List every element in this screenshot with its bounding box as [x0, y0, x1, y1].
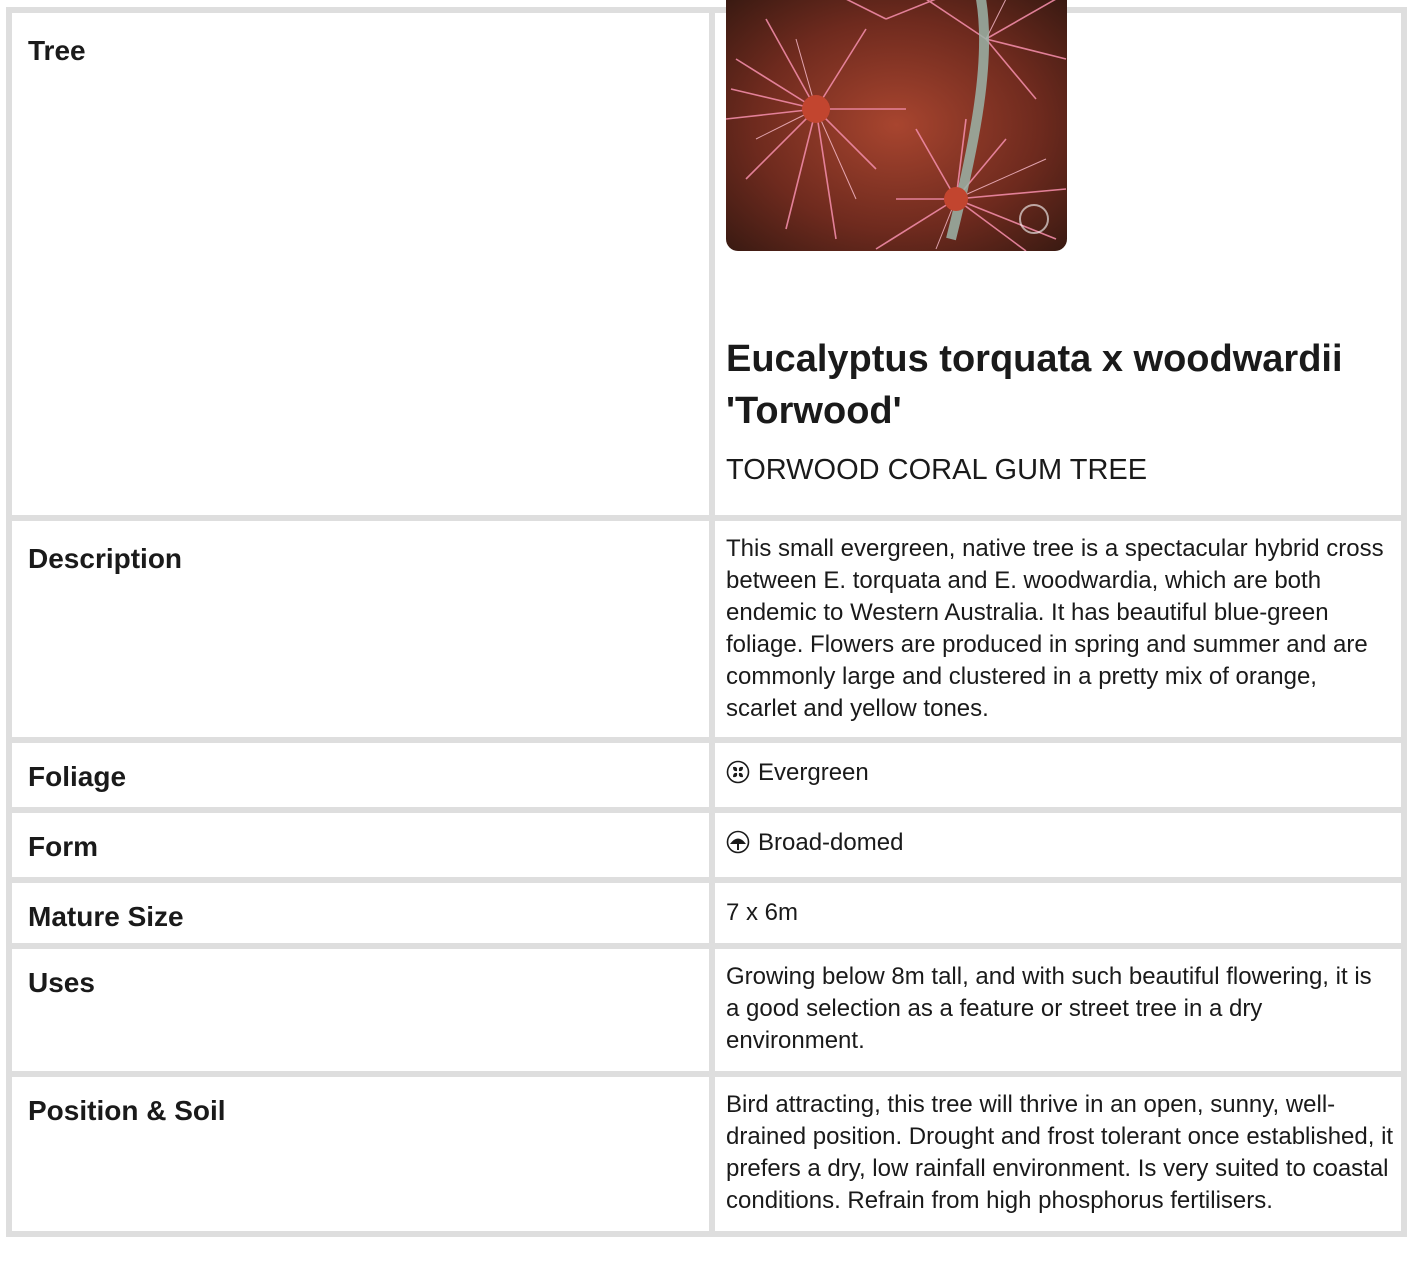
tree-header-cell: Eucalyptus torquata x woodwardii 'Torwoo…: [715, 0, 1401, 515]
form-label: Form: [12, 813, 709, 877]
mature-size-value: 7 x 6m: [715, 883, 1401, 943]
foliage-value: Evergreen: [758, 759, 869, 786]
flower-image: [726, 0, 1067, 251]
tree-row: Tree Eucalyptus torquata x woodwardii 'T…: [12, 0, 1401, 515]
foliage-label: Foliage: [12, 743, 709, 807]
position-soil-row: Position & Soil Bird attracting, this tr…: [12, 1077, 1401, 1231]
plant-details-table: Tree Eucalyptus torquata x woodwardii 'T…: [6, 0, 1407, 1237]
description-label: Description: [12, 521, 709, 737]
mature-size-row: Mature Size 7 x 6m: [12, 883, 1401, 943]
mature-size-label: Mature Size: [12, 883, 709, 943]
foliage-value-cell: Evergreen: [715, 743, 1401, 807]
broad-domed-icon: [726, 830, 750, 863]
form-row: Form Broad-domed: [12, 813, 1401, 877]
evergreen-icon: [726, 760, 750, 793]
uses-value: Growing below 8m tall, and with such bea…: [715, 949, 1401, 1071]
uses-row: Uses Growing below 8m tall, and with suc…: [12, 949, 1401, 1071]
description-row: Description This small evergreen, native…: [12, 521, 1401, 737]
botanical-name: Eucalyptus torquata x woodwardii 'Torwoo…: [726, 338, 1343, 432]
form-value: Broad-domed: [758, 829, 904, 856]
uses-label: Uses: [12, 949, 709, 1071]
tree-label: Tree: [12, 13, 709, 515]
description-value: This small evergreen, native tree is a s…: [715, 521, 1401, 737]
form-value-cell: Broad-domed: [715, 813, 1401, 877]
foliage-row: Foliage Evergreen: [12, 743, 1401, 807]
plant-photo[interactable]: [726, 0, 1067, 251]
position-soil-value: Bird attracting, this tree will thrive i…: [715, 1077, 1401, 1231]
common-name: TORWOOD CORAL GUM TREE: [726, 454, 1148, 486]
position-soil-label: Position & Soil: [12, 1077, 709, 1231]
